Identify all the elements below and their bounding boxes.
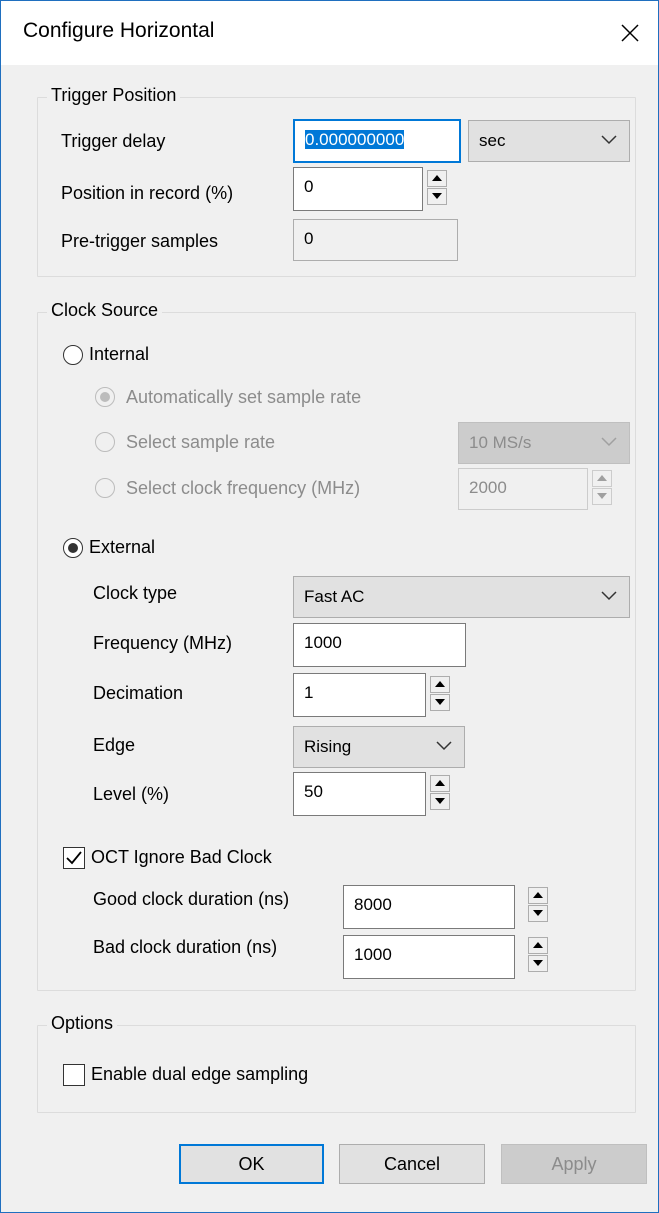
- cancel-button[interactable]: Cancel: [339, 1144, 485, 1184]
- radio-dot: [100, 392, 110, 402]
- trigger-position-legend: Trigger Position: [47, 85, 181, 106]
- clock-source-legend: Clock Source: [47, 300, 163, 321]
- edge-label: Edge: [93, 735, 136, 755]
- good-clock-duration-stepper[interactable]: [528, 887, 548, 923]
- edge-value: Rising: [304, 737, 352, 756]
- spin-up-button[interactable]: [592, 470, 612, 487]
- level-label: Level (%): [93, 784, 170, 804]
- dual-edge-sampling-checkbox[interactable]: [63, 1064, 85, 1086]
- spin-down-button[interactable]: [528, 955, 548, 972]
- trigger-delay-label: Trigger delay: [61, 131, 166, 151]
- decimation-label: Decimation: [93, 683, 184, 703]
- title-bar: Configure Horizontal: [1, 1, 658, 65]
- spin-down-button[interactable]: [427, 188, 447, 205]
- select-sample-rate-label: Select sample rate: [126, 432, 276, 452]
- position-in-record-label: Position in record (%): [61, 183, 234, 203]
- decimation-input[interactable]: 1: [293, 673, 426, 717]
- dialog-title: Configure Horizontal: [23, 19, 215, 42]
- level-input[interactable]: 50: [293, 772, 426, 816]
- bad-clock-duration-label: Bad clock duration (ns): [93, 937, 278, 957]
- auto-sample-rate-label: Automatically set sample rate: [126, 387, 362, 407]
- close-button[interactable]: [608, 11, 652, 55]
- internal-label: Internal: [89, 344, 150, 364]
- checkmark-icon: [66, 851, 82, 865]
- spin-up-icon: [597, 475, 607, 481]
- spin-down-icon: [435, 798, 445, 804]
- external-radio[interactable]: [63, 538, 83, 558]
- select-clock-frequency-radio[interactable]: [95, 478, 115, 498]
- spin-down-icon: [435, 699, 445, 705]
- spin-up-icon: [435, 780, 445, 786]
- chevron-down-icon: [601, 591, 617, 601]
- clock-frequency-stepper[interactable]: [592, 470, 612, 506]
- radio-dot: [68, 543, 78, 553]
- apply-button[interactable]: Apply: [501, 1144, 647, 1184]
- clock-type-label: Clock type: [93, 583, 178, 603]
- trigger-delay-unit-value: sec: [479, 131, 506, 150]
- spin-down-button[interactable]: [592, 488, 612, 505]
- pretrigger-samples-label: Pre-trigger samples: [61, 231, 219, 251]
- spin-down-icon: [597, 493, 607, 499]
- auto-sample-rate-radio[interactable]: [95, 387, 115, 407]
- spin-up-icon: [533, 942, 543, 948]
- select-sample-rate-radio[interactable]: [95, 432, 115, 452]
- spin-up-button[interactable]: [528, 887, 548, 904]
- spin-down-icon: [533, 910, 543, 916]
- spin-down-icon: [533, 960, 543, 966]
- internal-radio[interactable]: [63, 345, 83, 365]
- position-in-record-input[interactable]: 0: [293, 167, 423, 211]
- spin-down-button[interactable]: [430, 694, 450, 711]
- bad-clock-duration-stepper[interactable]: [528, 937, 548, 973]
- select-clock-frequency-label: Select clock frequency (MHz): [126, 478, 361, 498]
- spin-down-icon: [432, 193, 442, 199]
- spin-down-button[interactable]: [528, 905, 548, 922]
- bad-clock-duration-input[interactable]: 1000: [343, 935, 515, 979]
- good-clock-duration-input[interactable]: 8000: [343, 885, 515, 929]
- oct-ignore-bad-clock-checkbox[interactable]: [63, 847, 85, 869]
- decimation-stepper[interactable]: [430, 676, 450, 712]
- spin-up-button[interactable]: [430, 775, 450, 792]
- pretrigger-samples-field: 0: [293, 219, 458, 261]
- spin-up-button[interactable]: [427, 170, 447, 187]
- frequency-input[interactable]: 1000: [293, 623, 466, 667]
- external-label: External: [89, 537, 156, 557]
- spin-up-icon: [533, 892, 543, 898]
- clock-frequency-input[interactable]: 2000: [458, 468, 588, 510]
- chevron-down-icon: [436, 741, 452, 751]
- level-stepper[interactable]: [430, 775, 450, 811]
- sample-rate-select[interactable]: 10 MS/s: [458, 422, 630, 464]
- oct-ignore-bad-clock-label: OCT Ignore Bad Clock: [91, 847, 272, 867]
- options-legend: Options: [47, 1013, 118, 1034]
- spin-down-button[interactable]: [430, 793, 450, 810]
- chevron-down-icon: [601, 437, 617, 447]
- spin-up-icon: [435, 681, 445, 687]
- spin-up-button[interactable]: [528, 937, 548, 954]
- chevron-down-icon: [601, 135, 617, 145]
- spin-up-icon: [432, 175, 442, 181]
- frequency-label: Frequency (MHz): [93, 633, 233, 653]
- close-icon: [621, 24, 639, 42]
- spin-up-button[interactable]: [430, 676, 450, 693]
- clock-type-select[interactable]: Fast AC: [293, 576, 630, 618]
- sample-rate-value: 10 MS/s: [469, 433, 532, 452]
- clock-type-value: Fast AC: [304, 587, 365, 606]
- edge-select[interactable]: Rising: [293, 726, 465, 768]
- good-clock-duration-label: Good clock duration (ns): [93, 889, 290, 909]
- dual-edge-sampling-label: Enable dual edge sampling: [91, 1064, 309, 1084]
- trigger-delay-unit-select[interactable]: sec: [468, 120, 630, 162]
- ok-button[interactable]: OK: [179, 1144, 324, 1184]
- trigger-delay-input[interactable]: 0.000000000: [293, 119, 461, 163]
- configure-horizontal-dialog: Configure Horizontal Trigger Position Tr…: [0, 0, 659, 1213]
- position-in-record-stepper[interactable]: [427, 170, 447, 206]
